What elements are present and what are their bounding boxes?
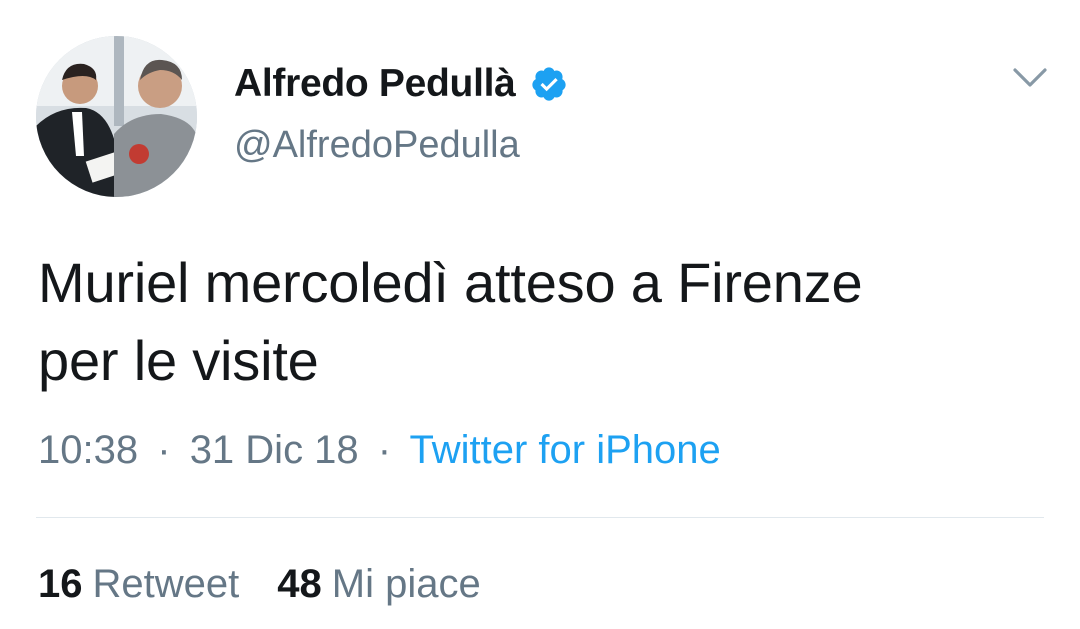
- profile-photo: [36, 36, 197, 197]
- tweet-text-line: per le visite: [38, 329, 319, 392]
- avatar[interactable]: [36, 36, 197, 197]
- tweet-card: Alfredo Pedullà @AlfredoPedulla Muriel m…: [0, 0, 1080, 629]
- meta-separator: ·: [377, 428, 392, 472]
- tweet-source-link[interactable]: Twitter for iPhone: [410, 428, 721, 472]
- retweets-stat[interactable]: 16 Retweet: [38, 562, 239, 607]
- tweet-meta: 10:38 · 31 Dic 18 · Twitter for iPhone: [38, 428, 721, 473]
- likes-label: Mi piace: [331, 562, 481, 606]
- likes-stat[interactable]: 48 Mi piace: [277, 562, 480, 607]
- tweet-date[interactable]: 31 Dic 18: [190, 428, 359, 472]
- author-name-text: Alfredo Pedullà: [234, 62, 516, 105]
- tweet-text: Muriel mercoledì atteso a Firenze per le…: [38, 244, 1038, 400]
- tweet-time[interactable]: 10:38: [38, 428, 138, 472]
- likes-count: 48: [277, 562, 322, 606]
- tweet-stats: 16 Retweet 48 Mi piace: [38, 562, 481, 607]
- verified-badge-icon: [531, 67, 566, 101]
- author-handle[interactable]: @AlfredoPedulla: [234, 124, 520, 167]
- divider: [36, 517, 1044, 518]
- retweets-count: 16: [38, 562, 83, 606]
- author-display-name[interactable]: Alfredo Pedullà: [234, 62, 568, 106]
- chevron-down-icon[interactable]: [1012, 66, 1048, 90]
- tweet-text-line: Muriel mercoledì atteso a Firenze: [38, 251, 863, 314]
- retweets-label: Retweet: [92, 562, 240, 606]
- meta-separator: ·: [157, 428, 171, 472]
